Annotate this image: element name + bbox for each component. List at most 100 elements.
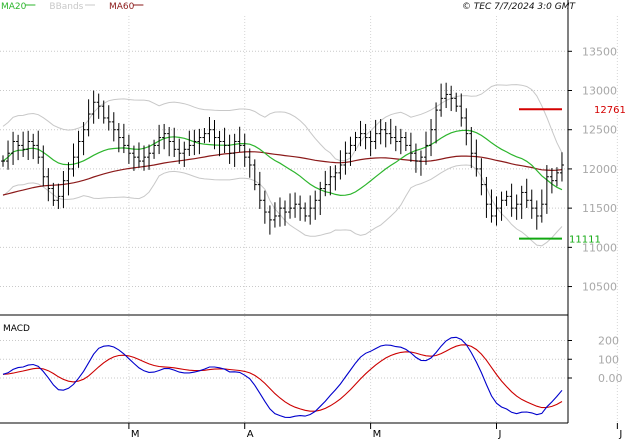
ohlc-bar bbox=[136, 142, 141, 168]
ohlc-bar bbox=[514, 194, 519, 220]
legend-entry-bbands: BBands bbox=[49, 2, 83, 12]
ohlc-bar bbox=[96, 93, 101, 119]
ohlc-bar bbox=[262, 190, 267, 224]
ohlc-bar bbox=[479, 158, 484, 196]
macd-panel: MACD bbox=[0, 324, 568, 418]
ohlc-bar bbox=[31, 133, 36, 160]
ohlc-bar bbox=[46, 168, 51, 202]
ohlc-bar bbox=[1, 155, 5, 167]
ohlc-bar bbox=[207, 117, 212, 143]
ohlc-bar bbox=[559, 152, 564, 182]
ohlc-bar bbox=[202, 127, 207, 144]
ohlc-bar bbox=[172, 127, 177, 157]
legend-entry-ma60: MA60 bbox=[109, 2, 135, 12]
ohlc-bar bbox=[529, 189, 534, 219]
ohlc-bar bbox=[121, 123, 126, 154]
y-tick-label: 11000 bbox=[582, 241, 617, 254]
ohlc-bar bbox=[308, 195, 313, 225]
ohlc-bar bbox=[328, 166, 333, 196]
ohlc-bar bbox=[338, 150, 343, 180]
y-tick-label: 10500 bbox=[582, 281, 617, 294]
ohlc-bar bbox=[51, 182, 56, 206]
ohlc-bar bbox=[343, 141, 348, 175]
ohlc-bar bbox=[444, 82, 449, 109]
ohlc-bar bbox=[499, 191, 504, 221]
ohlc-bar bbox=[26, 130, 31, 161]
ohlc-bar bbox=[484, 176, 489, 218]
bollinger-upper-line bbox=[2, 84, 563, 162]
ohlc-bar bbox=[494, 196, 499, 226]
ma60-line bbox=[2, 151, 563, 196]
ohlc-bar bbox=[464, 108, 469, 146]
y-tick-label: 11500 bbox=[582, 202, 617, 215]
ohlc-bar bbox=[71, 143, 76, 177]
ohlc-bar bbox=[509, 183, 514, 217]
ohlc-bar bbox=[318, 181, 323, 216]
price-panel: 1276111111 bbox=[0, 16, 626, 423]
ohlc-bar bbox=[162, 123, 167, 150]
x-tick-label: J bbox=[618, 429, 622, 440]
ohlc-bar bbox=[368, 130, 373, 157]
ohlc-bar bbox=[182, 141, 187, 167]
ohlc-bar bbox=[277, 197, 282, 227]
ohlc-bar bbox=[16, 134, 21, 161]
ohlc-bar bbox=[187, 130, 192, 156]
ohlc-bar bbox=[197, 128, 202, 155]
ohlc-bar bbox=[504, 190, 509, 206]
y-tick-label: 12000 bbox=[582, 163, 617, 176]
ohlc-bar bbox=[489, 189, 494, 223]
level-marker-label: 12761 bbox=[594, 105, 626, 116]
ohlc-bar bbox=[91, 90, 96, 124]
ohlc-bar bbox=[388, 118, 393, 145]
ohlc-bar bbox=[257, 171, 262, 209]
x-tick-label: M bbox=[373, 429, 382, 440]
ohlc-bar bbox=[439, 83, 444, 117]
ohlc-bar bbox=[252, 159, 257, 191]
ohlc-bar bbox=[469, 126, 474, 168]
ohlc-bar bbox=[111, 112, 116, 142]
ohlc-bar bbox=[383, 122, 388, 148]
ohlc-bar bbox=[424, 131, 428, 165]
ohlc-bar bbox=[358, 120, 363, 147]
ohlc-bar bbox=[217, 130, 222, 157]
macd-y-tick-label: 200 bbox=[598, 335, 619, 348]
macd-title: MACD bbox=[3, 324, 30, 334]
x-tick-label: A bbox=[247, 429, 254, 440]
ohlc-bar bbox=[232, 133, 237, 167]
ohlc-bar bbox=[267, 205, 272, 235]
y-tick-label: 13000 bbox=[582, 85, 617, 98]
ohlc-bar bbox=[21, 131, 26, 157]
ohlc-bar bbox=[398, 128, 403, 155]
ohlc-bar bbox=[519, 185, 524, 219]
ohlc-bar bbox=[36, 130, 41, 164]
y-tick-label: 13500 bbox=[582, 45, 617, 58]
ohlc-bar bbox=[157, 124, 162, 155]
ohlc-bar bbox=[298, 195, 303, 221]
y-tick-label: 12500 bbox=[582, 124, 617, 137]
axes-layer: 10500 11000 11500 12000 12500 13000 13500 200 10… bbox=[0, 0, 623, 440]
ohlc-bar bbox=[459, 93, 464, 127]
ohlc-bar bbox=[106, 105, 111, 131]
ohlc-bar bbox=[66, 162, 71, 196]
bollinger-lower-line bbox=[2, 164, 563, 247]
ohlc-bar bbox=[126, 134, 131, 164]
ohlc-bar bbox=[61, 171, 66, 209]
ohlc-bar bbox=[393, 125, 398, 152]
macd-y-tick-label: 100 bbox=[598, 353, 619, 366]
ohlc-bar bbox=[227, 134, 232, 164]
ohlc-bar bbox=[56, 183, 61, 209]
ohlc-bar bbox=[534, 200, 539, 230]
x-tick-label: M bbox=[131, 429, 140, 440]
ohlc-bar bbox=[413, 143, 418, 173]
ohlc-bar bbox=[549, 168, 554, 194]
ohlc-bar bbox=[242, 133, 247, 167]
ohlc-bar bbox=[288, 193, 293, 219]
legend-entry-ma20: MA20 bbox=[1, 2, 27, 12]
chart-header: MA20 BBands MA60 © TEC 7/7/2024 3:0 GMT bbox=[1, 2, 576, 12]
ohlc-bar bbox=[293, 192, 298, 218]
ohlc-bar bbox=[544, 165, 549, 214]
ohlc-bar bbox=[237, 126, 242, 153]
ohlc-bar bbox=[313, 190, 318, 220]
ohlc-bar bbox=[167, 126, 172, 157]
ohlc-bar bbox=[524, 178, 529, 208]
